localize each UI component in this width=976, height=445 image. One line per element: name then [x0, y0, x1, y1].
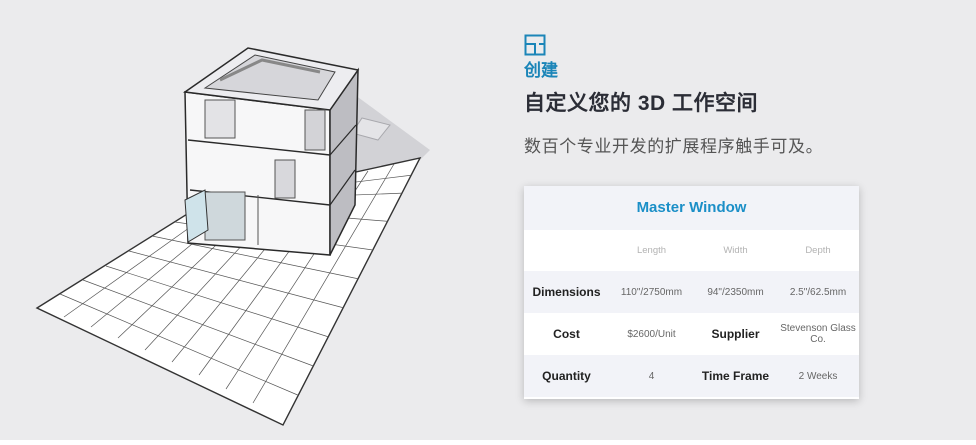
table-cell: 94"/2350mm	[707, 286, 764, 298]
table-cell: $2600/Unit	[627, 328, 676, 340]
table-row: Quantity 4 Time Frame 2 Weeks	[524, 355, 859, 397]
table-cell: 2.5"/62.5mm	[789, 286, 847, 298]
table-row: Cost $2600/Unit Supplier Stevenson Glass…	[524, 313, 859, 355]
table-cell: Stevenson Glass Co.	[780, 323, 856, 345]
table-row: Dimensions 110"/2750mm 94"/2350mm 2.5"/6…	[524, 271, 859, 313]
row-label: Supplier	[711, 327, 760, 341]
card-title: Master Window	[524, 186, 859, 230]
feature-description: 数百个专业开发的扩展程序触手可及。	[524, 137, 824, 156]
building-illustration	[35, 47, 430, 426]
row-label: Quantity	[542, 369, 591, 383]
table-cell: 110"/2750mm	[620, 286, 683, 298]
table-cell: 4	[648, 370, 655, 382]
column-header-width: Width	[723, 245, 748, 256]
table-header-row: Length Width Depth	[524, 230, 859, 271]
table-cell: 2 Weeks	[798, 370, 838, 382]
feature-headline: 自定义您的 3D 工作空间	[524, 92, 759, 115]
bottom-strip	[0, 440, 976, 445]
feature-text: 创建 自定义您的 3D 工作空间 数百个专业开发的扩展程序触手可及。	[524, 34, 944, 159]
row-label: Cost	[553, 327, 580, 341]
floorplan-icon	[524, 34, 546, 56]
column-header-depth: Depth	[805, 245, 831, 256]
row-label: Time Frame	[701, 369, 770, 383]
feature-eyebrow: 创建	[524, 61, 558, 80]
column-header-length: Length	[636, 245, 667, 256]
window-spec-card: Master Window Length Width Depth Dimensi…	[524, 186, 859, 399]
row-label: Dimensions	[532, 285, 601, 299]
